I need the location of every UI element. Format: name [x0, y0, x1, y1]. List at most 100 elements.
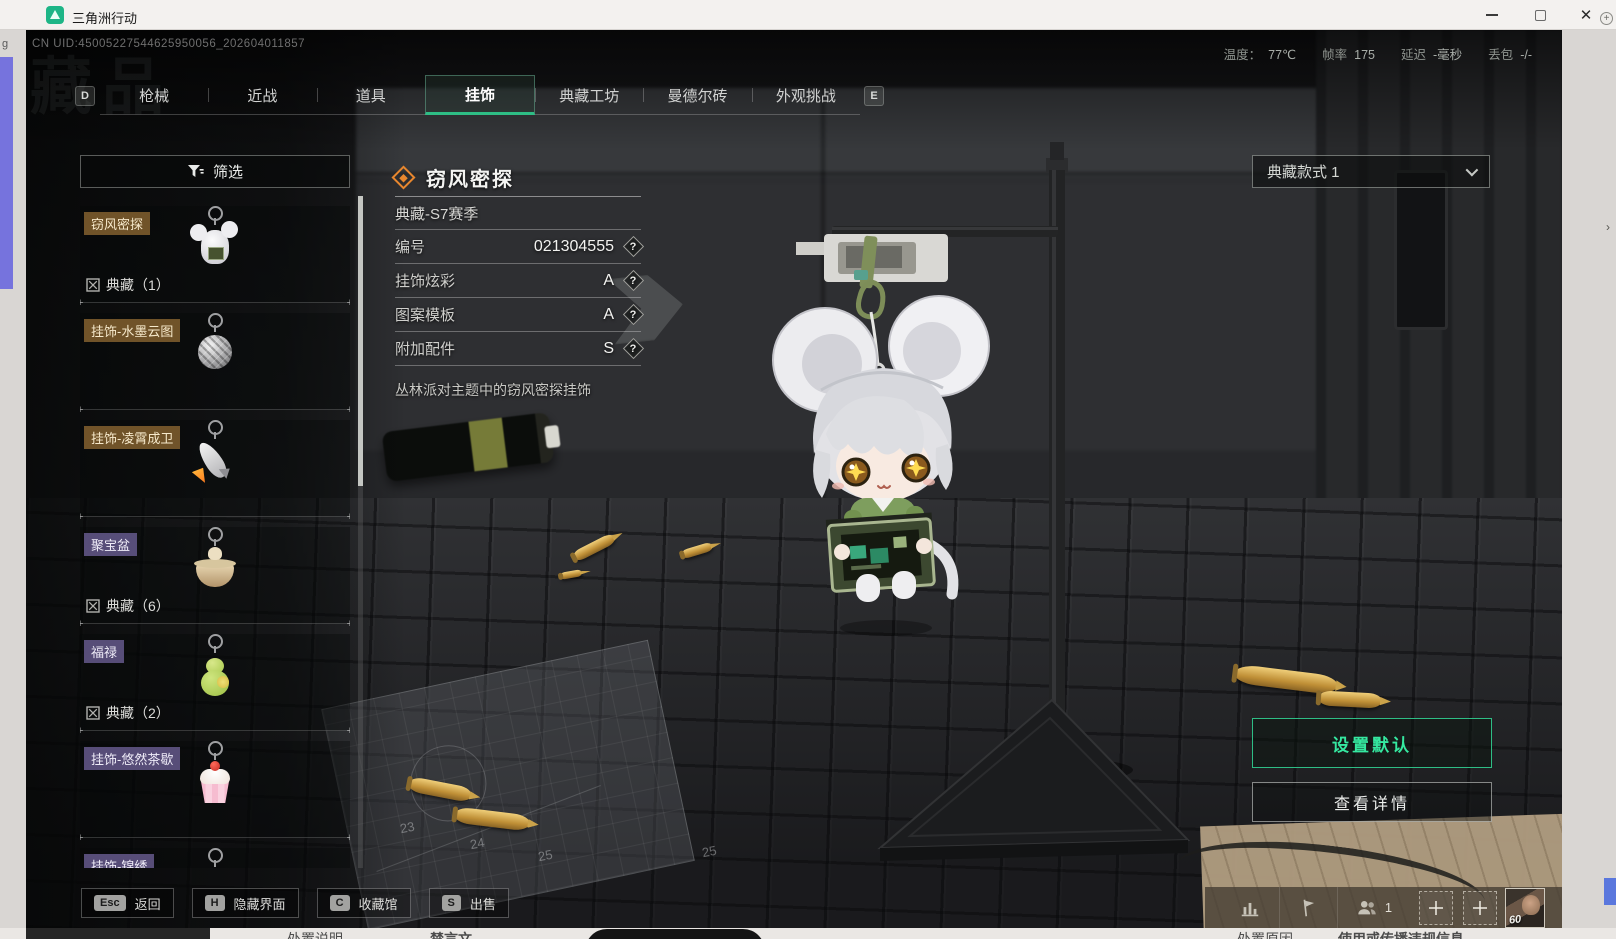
collection-count-badge: 典藏（1）	[86, 275, 170, 295]
invite-slot-button[interactable]	[1419, 890, 1453, 925]
tab-prev-keybadge: D	[75, 86, 95, 106]
player-avatar[interactable]: 60	[1505, 887, 1545, 928]
category-tab[interactable]: 挂饰	[424, 75, 536, 115]
corner-tick: +	[346, 511, 350, 523]
auction-button[interactable]	[1279, 887, 1337, 928]
stats-button[interactable]	[1221, 887, 1279, 928]
charm-thumbnail	[180, 313, 250, 391]
category-tab[interactable]: 道具	[316, 75, 425, 115]
detail-row: 挂饰炫彩 A ?	[395, 264, 645, 297]
corner-tick: +	[80, 404, 84, 416]
social-bar: 1 60	[1205, 887, 1562, 928]
detail-row: 编号 021304555 ?	[395, 230, 645, 263]
background-value: 使用或传播违规信息	[1338, 931, 1464, 939]
performance-stats: 温度： 77℃ 帧率 175 延迟 -毫秒 丢包 -/-	[1224, 44, 1532, 63]
corner-tick: +	[80, 832, 84, 844]
charm-list-item[interactable]: 聚宝盆 典藏（6） + +	[80, 527, 350, 630]
background-text-fragment: g	[2, 38, 9, 50]
corner-tick: +	[80, 297, 84, 309]
item-name-chip: 聚宝盆	[84, 533, 138, 556]
charm-list-item[interactable]: 福禄 典藏（2） + +	[80, 634, 350, 737]
charm-list-item[interactable]: 挂饰-悠然茶歇 + +	[80, 741, 350, 844]
detail-row-value: A	[603, 305, 614, 323]
corner-tick: +	[346, 725, 350, 737]
help-icon[interactable]: ?	[622, 269, 645, 292]
category-tab[interactable]: 曼德尔砖	[643, 75, 751, 115]
sidebar-scrollbar-thumb[interactable]	[358, 196, 363, 486]
shortcut-label: 收藏馆	[358, 896, 398, 912]
detail-row: 附加配件 S ?	[395, 332, 645, 365]
game-window: 23 24 25 25 CN UID:45005227544625950056_…	[26, 30, 1562, 928]
corner-tick: +	[80, 618, 84, 630]
detail-rows: 编号 021304555 ? 挂饰炫彩 A ? 图案模板 A ? 附加配件 S …	[395, 230, 645, 366]
set-default-button[interactable]: 设置默认	[1252, 718, 1492, 768]
filter-icon	[187, 165, 204, 177]
collection-count-badge: 典藏（6）	[86, 596, 170, 616]
shortcut-label: 隐藏界面	[233, 896, 286, 912]
shortcut-label: 出售	[469, 896, 496, 912]
bar-chart-icon	[1241, 902, 1259, 916]
filter-button[interactable]: 筛选	[80, 155, 350, 188]
background-dark-shape	[585, 929, 765, 939]
shortcut-button[interactable]: Esc 返回	[81, 888, 174, 918]
category-tab[interactable]: 枪械	[100, 75, 208, 115]
item-title: 窃风密探	[426, 168, 514, 191]
item-name-chip: 挂饰-悠然茶歇	[84, 747, 181, 770]
background-plus-icon: +	[1600, 12, 1613, 25]
charm-thumbnail	[180, 527, 250, 605]
shortcut-button[interactable]: S 出售	[428, 888, 509, 918]
item-description: 丛林派对主题中的窃风密探挂饰	[395, 382, 591, 398]
background-chevron-icon: ›	[1606, 220, 1610, 234]
detail-row-label: 图案模板	[395, 307, 456, 324]
detail-row-label: 附加配件	[395, 341, 456, 358]
charm-list-item[interactable]: 挂饰-锦绣 + +	[80, 848, 350, 868]
charm-item-list: 窃风密探 典藏（1） + + 挂饰-水墨云图 + + 挂饰-凌霄成卫 + + 聚…	[80, 196, 350, 868]
people-icon	[1358, 900, 1376, 914]
collection-diamond-icon	[391, 164, 416, 190]
maximize-button[interactable]	[1520, 0, 1560, 30]
maximize-icon	[1534, 9, 1546, 21]
team-button[interactable]: 1	[1337, 887, 1409, 928]
chevron-down-icon	[1465, 163, 1479, 177]
charm-list-item[interactable]: 挂饰-凌霄成卫 + +	[80, 420, 350, 523]
collection-count-badge: 典藏（2）	[86, 703, 170, 723]
background-label: 处置说明	[287, 931, 343, 939]
item-name-chip: 挂饰-水墨云图	[84, 319, 181, 342]
charm-list-item[interactable]: 挂饰-水墨云图 + +	[80, 313, 350, 416]
minimize-button[interactable]	[1472, 0, 1512, 30]
category-tab[interactable]: 外观挑战	[751, 75, 860, 115]
item-name-chip: 窃风密探	[84, 212, 151, 235]
perf-latency: 延迟 -毫秒	[1400, 48, 1463, 62]
charm-display-3d-view[interactable]	[726, 120, 1226, 880]
help-icon[interactable]: ?	[622, 303, 645, 326]
blueprint-mark: 24	[468, 834, 486, 853]
help-icon[interactable]: ?	[622, 235, 645, 258]
corner-tick: +	[346, 404, 350, 416]
item-name-chip: 挂饰-锦绣	[84, 854, 155, 868]
tab-next-keybadge: E	[864, 86, 884, 106]
view-details-button[interactable]: 查看详情	[1252, 782, 1492, 822]
detail-row-value: S	[603, 339, 614, 357]
collection-count-text: 典藏（2）	[106, 705, 170, 721]
tab-label: 挂饰	[464, 86, 495, 104]
shortcut-button[interactable]: C 收藏馆	[316, 888, 411, 918]
background-blue-fragment	[1604, 878, 1616, 905]
style-select[interactable]: 典藏款式 1	[1252, 155, 1490, 188]
charm-thumbnail	[180, 848, 250, 868]
help-icon[interactable]: ?	[622, 337, 645, 360]
detail-row-label: 编号	[395, 239, 426, 256]
detail-row: 图案模板 A ?	[395, 298, 645, 331]
game-window-shadow	[26, 928, 210, 939]
corner-tick: +	[80, 511, 84, 523]
category-tab[interactable]: 近战	[208, 75, 316, 115]
flag-icon	[1303, 899, 1314, 916]
category-tab[interactable]: 典藏工坊	[535, 75, 643, 115]
shortcut-button[interactable]: H 隐藏界面	[191, 888, 299, 918]
collection-count-text: 典藏（1）	[106, 277, 170, 293]
invite-slot-button[interactable]	[1463, 890, 1497, 925]
perf-temp: 温度： 77℃	[1223, 48, 1297, 62]
sidebar-scrollbar[interactable]	[358, 196, 363, 868]
blueprint-mark: 23	[398, 818, 416, 837]
charm-list-item[interactable]: 窃风密探 典藏（1） + +	[80, 206, 350, 309]
os-titlebar: 三角洲行动 ✕	[0, 0, 1616, 30]
